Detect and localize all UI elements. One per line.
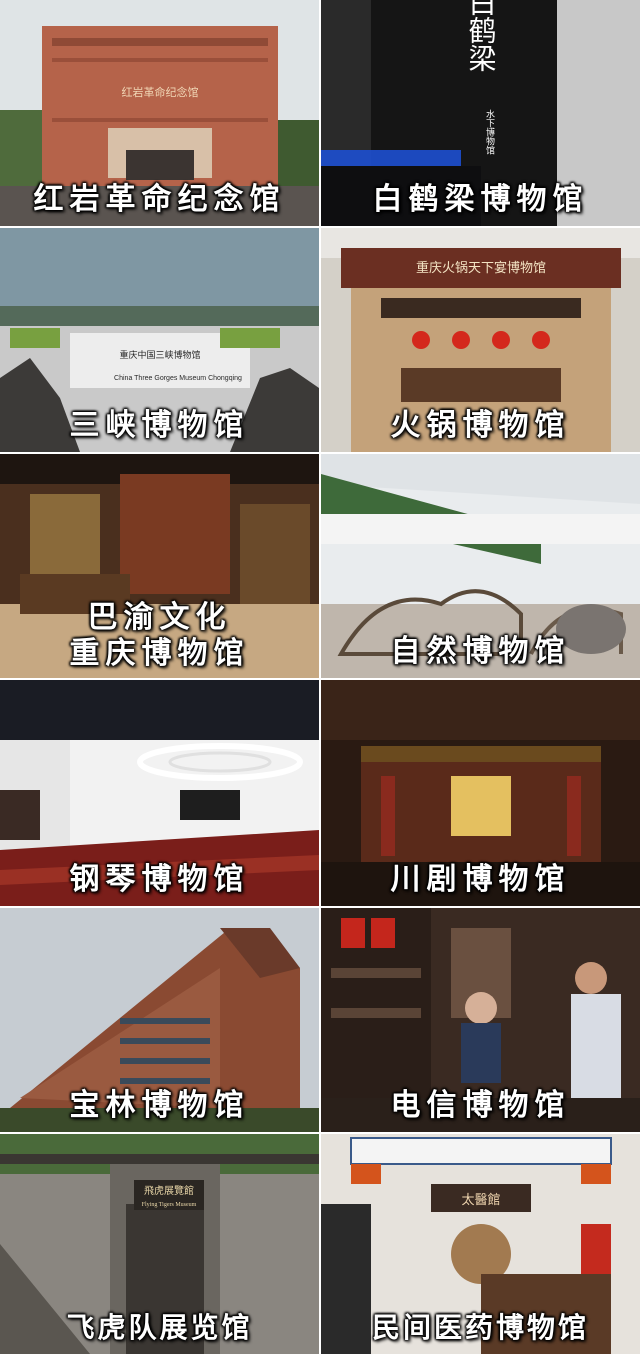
caption-natural: 自然博物馆: [390, 634, 571, 669]
caption-line-2: 重庆博物馆: [69, 636, 250, 671]
caption-three-gorges: 三峡博物馆: [69, 408, 250, 443]
caption-hotpot: 火锅博物馆: [390, 408, 571, 443]
caption-telecom: 电信博物馆: [390, 1088, 571, 1123]
photo-flying-tigers-museum: 飛虎展覽館 Flying Tigers Museum 飞虎队展览馆: [0, 1134, 319, 1354]
museum-photo-grid: 红岩革命纪念馆 红岩革命纪念馆 白鹤梁 水下博物馆 白鹤梁博物馆 重庆中国三峡博…: [0, 0, 640, 1354]
hongyan-sign-text: 红岩革命纪念馆: [122, 85, 199, 99]
caption-flying-tigers: 飞虎队展览馆: [66, 1311, 253, 1344]
photo-chongqing-museum: 巴渝文化 重庆博物馆: [0, 454, 319, 678]
caption-folk-medicine: 民间医药博物馆: [371, 1311, 589, 1344]
flying-tigers-sign-text: 飛虎展覽館: [144, 1184, 194, 1197]
photo-telecom-museum: 电信博物馆: [321, 908, 640, 1132]
caption-baiheliang: 白鹤梁博物馆: [372, 182, 589, 217]
caption-line-1: 巴渝文化: [87, 600, 232, 635]
photo-baolin-museum: 宝林博物馆: [0, 908, 319, 1132]
photo-hotpot-museum: 重庆火锅天下宴博物馆 火锅博物馆: [321, 228, 640, 452]
baiheliang-sign-text: 白鹤梁: [465, 0, 498, 72]
three-gorges-sign-text: 重庆中国三峡博物馆: [119, 349, 200, 361]
caption-baolin: 宝林博物馆: [69, 1088, 250, 1123]
photo-three-gorges-museum: 重庆中国三峡博物馆 China Three Gorges Museum Chon…: [0, 228, 319, 452]
baiheliang-sub-sign: 水下博物馆: [484, 108, 495, 155]
photo-folk-medicine-museum: 太醫館 民间医药博物馆: [321, 1134, 640, 1354]
caption-bayu-culture: 巴渝文化 重庆博物馆: [0, 600, 319, 672]
photo-baiheliang-museum: 白鹤梁 水下博物馆 白鹤梁博物馆: [321, 0, 640, 226]
photo-natural-museum: 自然博物馆: [321, 454, 640, 678]
photo-hongyan-memorial: 红岩革命纪念馆 红岩革命纪念馆: [0, 0, 319, 226]
photo-sichuan-opera-museum: 川剧博物馆: [321, 680, 640, 906]
photo-piano-museum: 钢琴博物馆: [0, 680, 319, 906]
caption-sichuan-opera: 川剧博物馆: [390, 862, 571, 897]
caption-hongyan: 红岩革命纪念馆: [33, 182, 286, 217]
folk-medicine-sign-text: 太醫館: [461, 1193, 500, 1208]
flying-tigers-sign-en: Flying Tigers Museum: [142, 1202, 197, 1208]
caption-piano: 钢琴博物馆: [69, 862, 250, 897]
three-gorges-sign-en: China Three Gorges Museum Chongqing: [114, 375, 242, 382]
hotpot-sign-text: 重庆火锅天下宴博物馆: [416, 260, 546, 276]
